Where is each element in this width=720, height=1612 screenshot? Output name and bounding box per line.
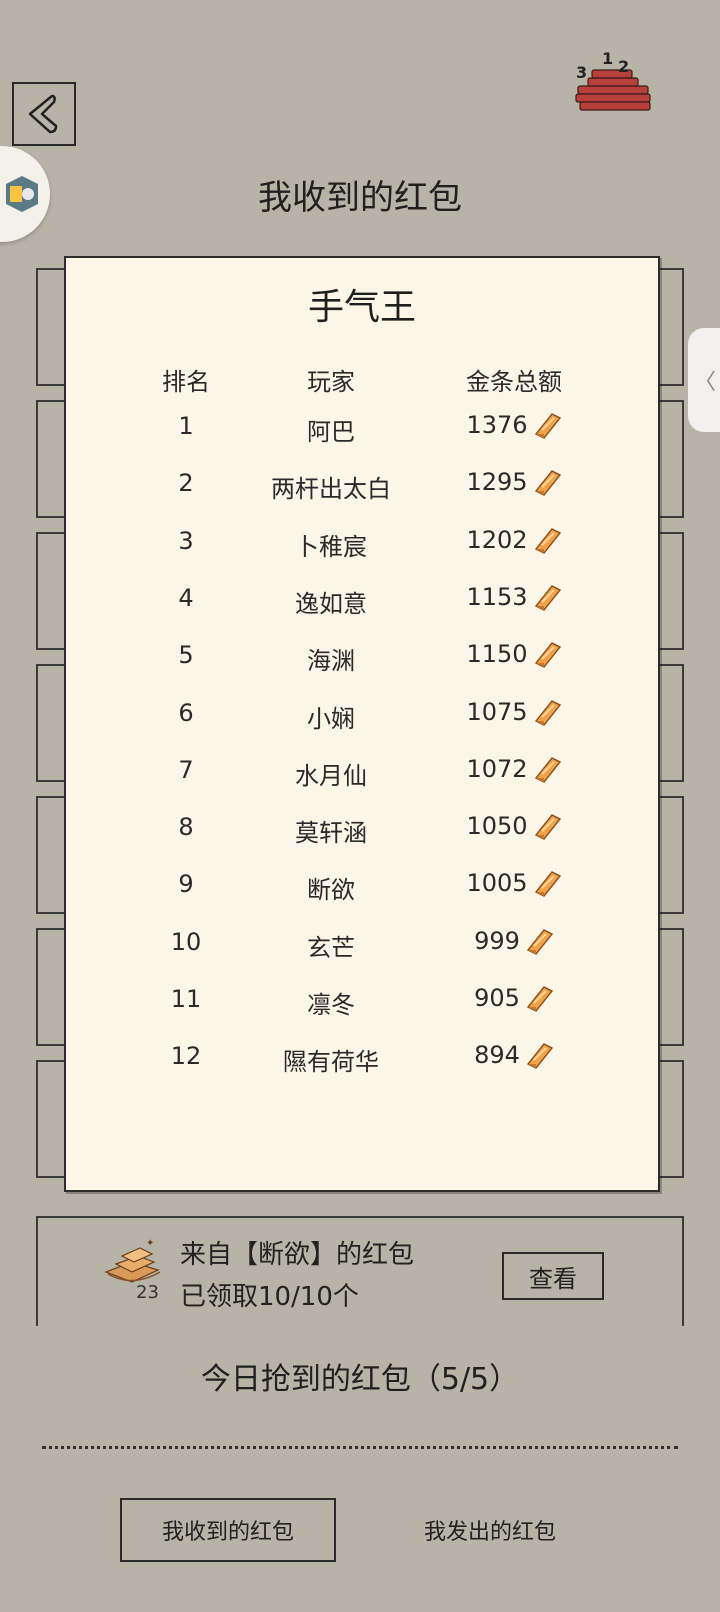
row-amount-cell: 1295 — [426, 467, 602, 497]
row-player: 卜稚宸 — [295, 532, 367, 561]
chevron-left-icon: 〈 — [693, 370, 716, 395]
gold-bar-icon — [534, 527, 561, 554]
column-header-rank: 排名 — [162, 368, 210, 396]
row-rank: 11 — [170, 985, 202, 1013]
row-amount-cell: 1005 — [426, 868, 602, 898]
row-amount: 1376 — [466, 411, 528, 439]
ranking-podium-icon[interactable]: 3 1 2 — [574, 48, 656, 114]
row-amount: 1050 — [466, 812, 528, 841]
row-rank: 2 — [178, 469, 194, 498]
row-rank: 9 — [178, 870, 194, 899]
row-player: 水月仙 — [295, 761, 367, 790]
row-rank: 10 — [170, 927, 202, 956]
gold-bar-icon — [534, 756, 561, 783]
divider — [42, 1446, 678, 1449]
column-header-amount: 金条总额 — [466, 368, 562, 396]
tab-received[interactable]: 我收到的红包 — [120, 1498, 336, 1562]
row-amount-cell: 905 — [426, 983, 602, 1013]
gold-bar-icon — [534, 871, 561, 898]
row-amount: 905 — [474, 984, 520, 1012]
leaderboard-sheet: 手气王 排名 玩家 金条总额 1 阿巴 1376 2 两杆出太白 1295 3 卜稚宸 1202… — [64, 256, 660, 1192]
row-amount: 1153 — [466, 582, 528, 611]
row-amount-cell: 1050 — [426, 811, 602, 841]
row-amount-cell: 999 — [426, 926, 602, 956]
gold-bar-icon — [534, 413, 561, 439]
gold-bar-icon — [534, 814, 561, 840]
row-player: 莫轩涵 — [295, 819, 367, 848]
row-rank: 4 — [178, 583, 194, 612]
svg-text:✦: ✦ — [146, 1238, 154, 1249]
red-packet-card: ✦ 23 来自【断欲】的红包 已领取10/10个 查看 — [36, 1216, 684, 1326]
gold-bar-icon — [534, 642, 561, 669]
today-packets-label: 今日抢到的红包（5/5） — [200, 1362, 520, 1397]
row-amount: 1202 — [466, 525, 528, 554]
back-button[interactable] — [12, 82, 76, 146]
row-amount-cell: 1072 — [426, 754, 602, 784]
column-header-player: 玩家 — [307, 368, 355, 396]
row-amount: 1005 — [466, 869, 528, 898]
row-player: 逸如意 — [295, 589, 367, 618]
side-drawer-tab[interactable]: 〈 — [688, 328, 720, 432]
row-player: 断欲 — [307, 876, 355, 905]
row-rank: 5 — [178, 641, 194, 670]
row-rank: 12 — [170, 1042, 202, 1071]
row-player: 阿巴 — [307, 418, 355, 446]
row-amount: 1075 — [466, 697, 528, 726]
row-rank: 3 — [178, 526, 194, 555]
row-amount-cell: 1153 — [426, 582, 602, 612]
row-player: 两杆出太白 — [271, 475, 391, 504]
row-amount: 1072 — [466, 754, 528, 783]
tab-sent[interactable]: 我发出的红包 — [382, 1498, 598, 1562]
packet-count: 23 — [136, 1282, 159, 1303]
packet-status: 已领取10/10个 — [180, 1282, 359, 1312]
row-amount: 999 — [474, 926, 520, 955]
gold-bar-icon — [526, 986, 553, 1012]
back-arrow-icon — [28, 94, 58, 134]
gold-bar-icon — [534, 470, 561, 497]
gold-bar-icon — [526, 928, 553, 955]
row-amount-cell: 1150 — [426, 639, 602, 669]
row-amount: 1150 — [466, 640, 528, 669]
row-rank: 6 — [178, 698, 194, 727]
row-amount-cell: 894 — [426, 1040, 602, 1070]
view-button[interactable]: 查看 — [502, 1252, 604, 1300]
row-player: 玄芒 — [307, 933, 355, 962]
rank-digit-1: 1 — [602, 49, 613, 68]
row-amount: 894 — [474, 1041, 520, 1070]
row-amount-cell: 1075 — [426, 697, 602, 727]
gold-bar-icon — [534, 585, 561, 611]
row-player: 隰有荷华 — [283, 1048, 379, 1077]
row-rank: 7 — [178, 755, 194, 784]
row-player: 凛冬 — [307, 991, 355, 1019]
page-title: 我收到的红包 — [258, 178, 462, 218]
row-rank: 1 — [178, 412, 194, 440]
gold-bar-icon — [534, 699, 561, 726]
row-player: 小娴 — [307, 704, 355, 733]
rank-digit-3: 3 — [576, 63, 587, 82]
row-amount-cell: 1202 — [426, 525, 602, 555]
packet-sender: 来自【断欲】的红包 — [180, 1240, 415, 1270]
row-amount-cell: 1376 — [426, 410, 602, 440]
rank-digit-2: 2 — [618, 57, 629, 76]
row-rank: 8 — [178, 813, 194, 842]
row-amount: 1295 — [466, 468, 528, 497]
row-player: 海渊 — [307, 647, 355, 676]
gold-bar-icon — [526, 1043, 553, 1070]
leaderboard-title: 手气王 — [307, 287, 416, 328]
